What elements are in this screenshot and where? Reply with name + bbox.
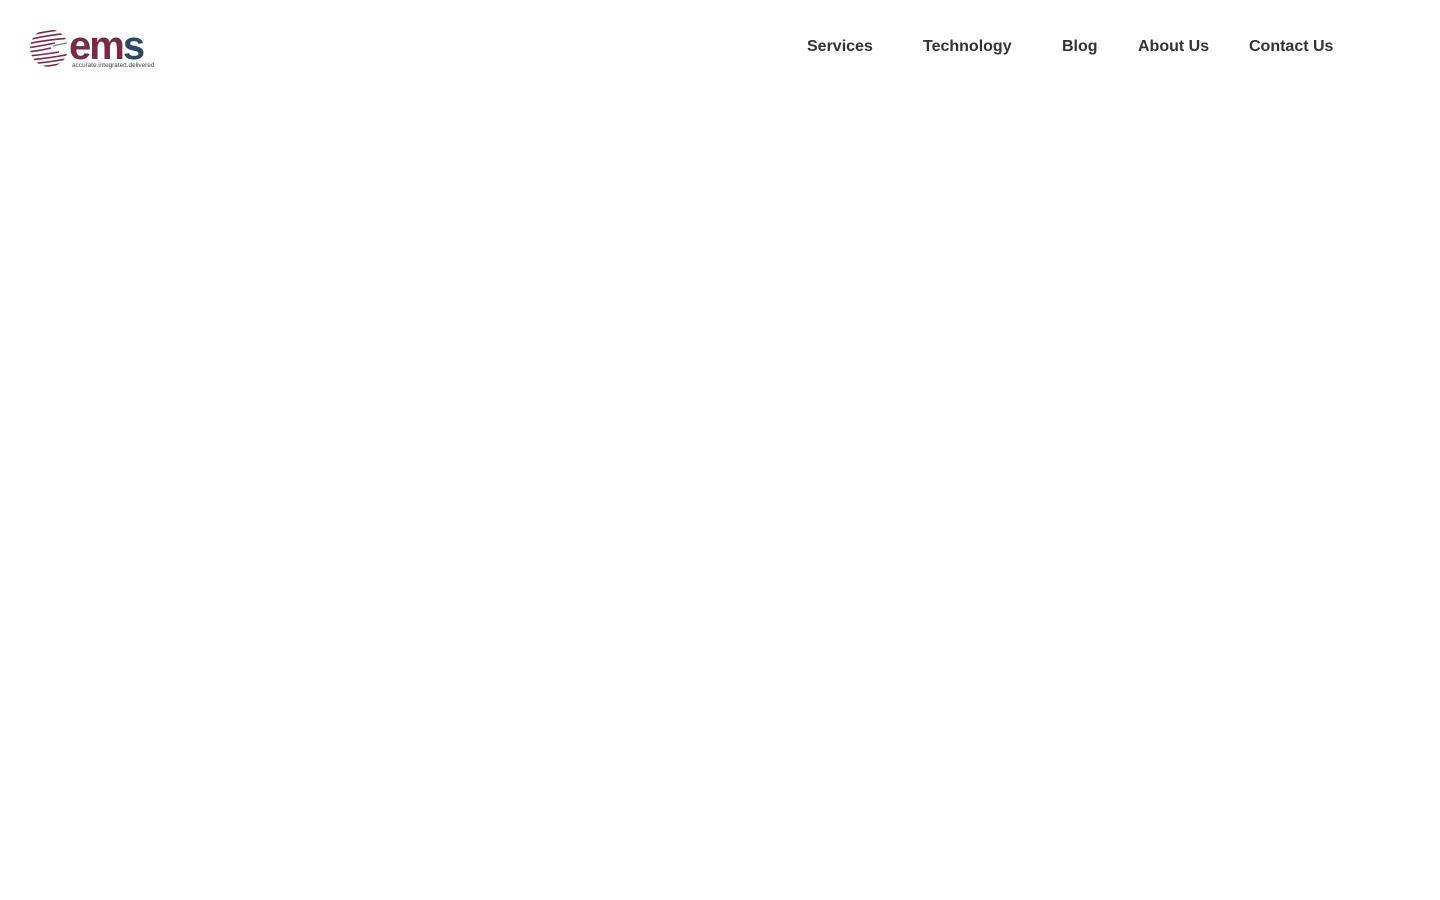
page: ems accurate.integrated.delivered Servic… bbox=[0, 0, 1440, 900]
site-header: ems accurate.integrated.delivered Servic… bbox=[0, 0, 1440, 95]
nav-contact-us[interactable]: Contact Us bbox=[1249, 37, 1333, 57]
nav-about-us[interactable]: About Us bbox=[1138, 37, 1209, 57]
main-nav: Services Technology Blog About Us Contac… bbox=[0, 37, 1440, 59]
logo-tagline: accurate.integrated.delivered bbox=[72, 62, 155, 69]
nav-blog[interactable]: Blog bbox=[1062, 37, 1098, 57]
nav-services[interactable]: Services bbox=[807, 37, 873, 57]
nav-technology[interactable]: Technology bbox=[923, 37, 1012, 57]
